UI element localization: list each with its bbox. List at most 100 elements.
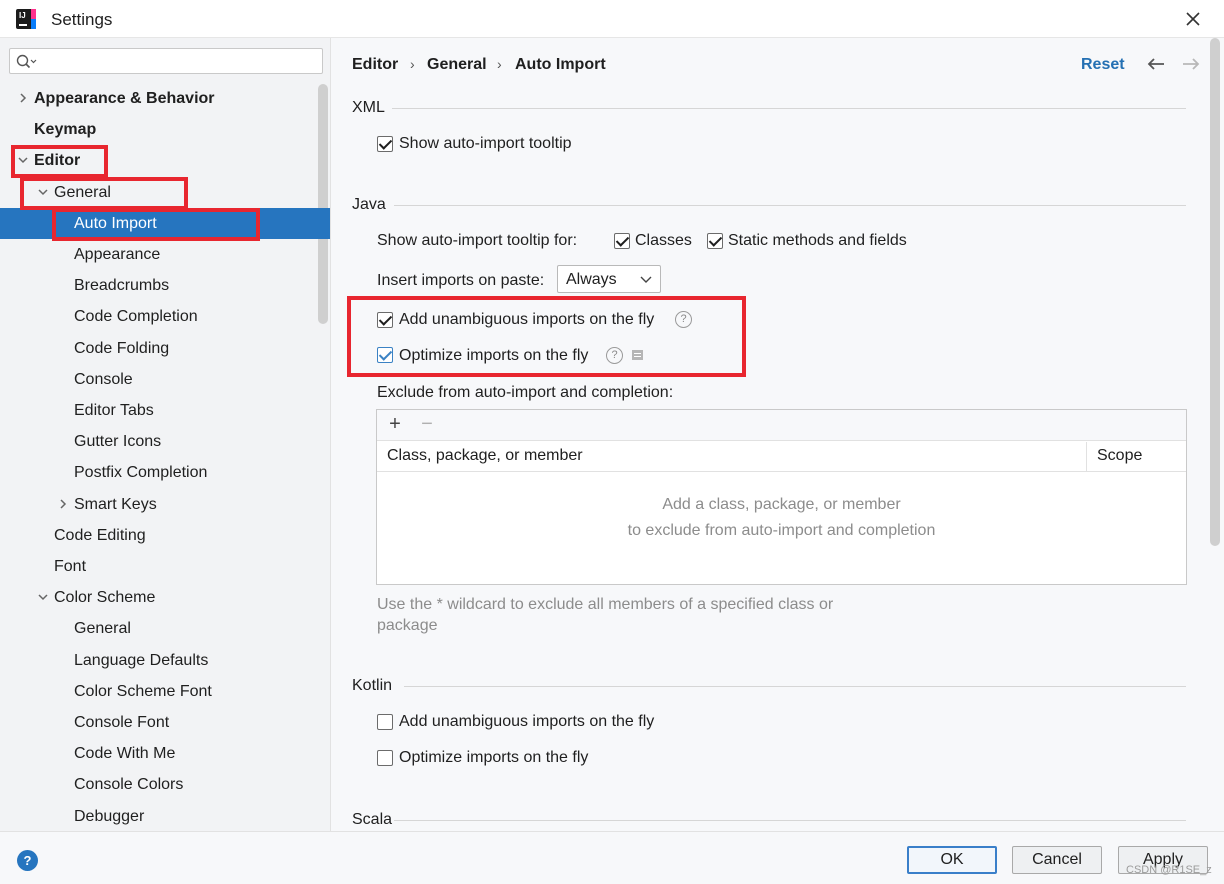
sidebar-item-keymap[interactable]: Keymap [0, 114, 330, 145]
arrow-left-icon [1147, 58, 1164, 70]
content-scrollbar[interactable] [1210, 38, 1220, 546]
java-classes-checkbox[interactable] [614, 233, 630, 249]
section-title-xml: XML [352, 99, 385, 116]
java-optimize-imports-checkbox[interactable] [377, 347, 393, 363]
sidebar-item-label: Font [54, 558, 87, 575]
help-icon[interactable]: ? [675, 311, 692, 328]
sidebar-item-label: Auto Import [74, 215, 157, 232]
breadcrumb-separator: › [410, 56, 415, 72]
sidebar-item-code-with-me[interactable]: Code With Me [0, 738, 330, 769]
chevron-right-icon[interactable] [57, 498, 69, 510]
column-divider[interactable] [1086, 442, 1087, 472]
kotlin-optimize-imports-label[interactable]: Optimize imports on the fly [399, 749, 588, 767]
sidebar-item-console[interactable]: Console [0, 364, 330, 395]
sidebar-item-appearance[interactable]: Appearance [0, 239, 330, 270]
search-icon [16, 54, 37, 69]
java-optimize-imports-label[interactable]: Optimize imports on the fly [399, 347, 588, 365]
close-button[interactable] [1182, 8, 1204, 30]
sidebar-item-color-scheme-font[interactable]: Color Scheme Font [0, 676, 330, 707]
chevron-down-icon[interactable] [37, 186, 49, 198]
forward-button[interactable] [1181, 56, 1201, 72]
kotlin-add-unambiguous-label[interactable]: Add unambiguous imports on the fly [399, 713, 654, 731]
sidebar-item-font[interactable]: Font [0, 551, 330, 582]
reset-link[interactable]: Reset [1081, 56, 1125, 74]
search-input[interactable] [40, 51, 315, 71]
sidebar-item-breadcrumbs[interactable]: Breadcrumbs [0, 270, 330, 301]
sidebar-item-label: Appearance [74, 246, 161, 263]
java-add-unambiguous-checkbox[interactable] [377, 312, 393, 328]
watermark-text: CSDN @R1SE_z [1126, 864, 1212, 876]
wildcard-hint: Use the * wildcard to exclude all member… [377, 596, 834, 634]
kotlin-add-unambiguous-checkbox[interactable] [377, 714, 393, 730]
section-divider [394, 820, 1186, 821]
java-static-methods-checkbox[interactable] [707, 233, 723, 249]
kotlin-optimize-imports-checkbox[interactable] [377, 750, 393, 766]
sidebar-item-code-editing[interactable]: Code Editing [0, 520, 330, 551]
ok-button[interactable]: OK [907, 846, 997, 874]
sidebar-item-color-scheme[interactable]: Color Scheme [0, 582, 330, 613]
sidebar-item-editor-tabs[interactable]: Editor Tabs [0, 395, 330, 426]
sidebar-item-label: Code Editing [54, 527, 146, 544]
settings-search[interactable] [9, 48, 323, 74]
sidebar-item-label: General [74, 620, 131, 637]
sidebar-item-smart-keys[interactable]: Smart Keys [0, 489, 330, 520]
exclude-table-header: Class, package, or member Scope [377, 442, 1186, 472]
chevron-down-icon[interactable] [37, 591, 49, 603]
java-static-methods-label[interactable]: Static methods and fields [728, 232, 907, 250]
java-add-unambiguous-label[interactable]: Add unambiguous imports on the fly [399, 311, 654, 329]
column-header-member[interactable]: Class, package, or member [387, 447, 583, 465]
exclude-table: + − Class, package, or member Scope Add … [376, 409, 1187, 585]
sidebar-item-console-font[interactable]: Console Font [0, 707, 330, 738]
close-icon [1186, 12, 1200, 26]
chevron-right-icon[interactable] [17, 92, 29, 104]
sidebar-item-debugger[interactable]: Debugger [0, 801, 330, 831]
help-button[interactable]: ? [17, 850, 38, 871]
column-header-scope[interactable]: Scope [1097, 447, 1142, 465]
section-divider [392, 108, 1186, 109]
exclude-label: Exclude from auto-import and completion: [377, 384, 674, 401]
chevron-down-icon[interactable] [17, 154, 29, 166]
sidebar-item-code-folding[interactable]: Code Folding [0, 333, 330, 364]
sidebar-item-label: Gutter Icons [74, 433, 162, 450]
sidebar-item-label: Editor [34, 152, 81, 169]
arrow-right-icon [1183, 58, 1200, 70]
remove-icon[interactable]: − [417, 413, 437, 436]
sidebar-item-postfix-completion[interactable]: Postfix Completion [0, 457, 330, 488]
sidebar-item-appearance-behavior[interactable]: Appearance & Behavior [0, 83, 330, 114]
sidebar-item-label: Postfix Completion [74, 464, 208, 481]
breadcrumb-general[interactable]: General [427, 56, 487, 74]
sidebar-item-console-colors[interactable]: Console Colors [0, 769, 330, 800]
section-title-kotlin: Kotlin [352, 677, 393, 694]
xml-show-tooltip-label[interactable]: Show auto-import tooltip [399, 135, 572, 153]
sidebar-item-label: Appearance & Behavior [34, 90, 215, 107]
window-title: Settings [51, 10, 113, 29]
section-title-scala: Scala [352, 811, 393, 828]
chevron-down-icon [640, 276, 652, 283]
sidebar-item-auto-import[interactable]: Auto Import [0, 208, 330, 239]
sidebar-item-label: Breadcrumbs [74, 277, 170, 294]
sidebar-item-label: Language Defaults [74, 652, 209, 669]
insert-on-paste-select[interactable]: Always [557, 265, 661, 293]
breadcrumb-editor[interactable]: Editor [352, 56, 398, 74]
back-button[interactable] [1146, 56, 1166, 72]
add-icon[interactable]: + [385, 413, 405, 436]
sidebar-item-code-completion[interactable]: Code Completion [0, 301, 330, 332]
sidebar-item-general[interactable]: General [0, 613, 330, 644]
title-bar: IJ Settings [0, 0, 1224, 38]
breadcrumb-auto-import: Auto Import [515, 56, 606, 73]
document-icon[interactable] [632, 350, 643, 360]
sidebar-item-general[interactable]: General [0, 177, 330, 208]
sidebar-item-gutter-icons[interactable]: Gutter Icons [0, 426, 330, 457]
sidebar-item-label: Code With Me [74, 745, 176, 762]
sidebar-item-label: Console Colors [74, 776, 184, 793]
java-classes-label[interactable]: Classes [635, 232, 692, 250]
help-icon[interactable]: ? [606, 347, 623, 364]
cancel-button[interactable]: Cancel [1012, 846, 1102, 874]
sidebar-item-label: Editor Tabs [74, 402, 154, 419]
dialog-footer: ? OK Cancel Apply CSDN @R1SE_z [0, 831, 1224, 884]
sidebar-item-label: Keymap [34, 121, 97, 138]
insert-on-paste-value: Always [566, 271, 617, 288]
sidebar-item-language-defaults[interactable]: Language Defaults [0, 645, 330, 676]
xml-show-tooltip-checkbox[interactable] [377, 136, 393, 152]
sidebar-item-editor[interactable]: Editor [0, 145, 330, 176]
